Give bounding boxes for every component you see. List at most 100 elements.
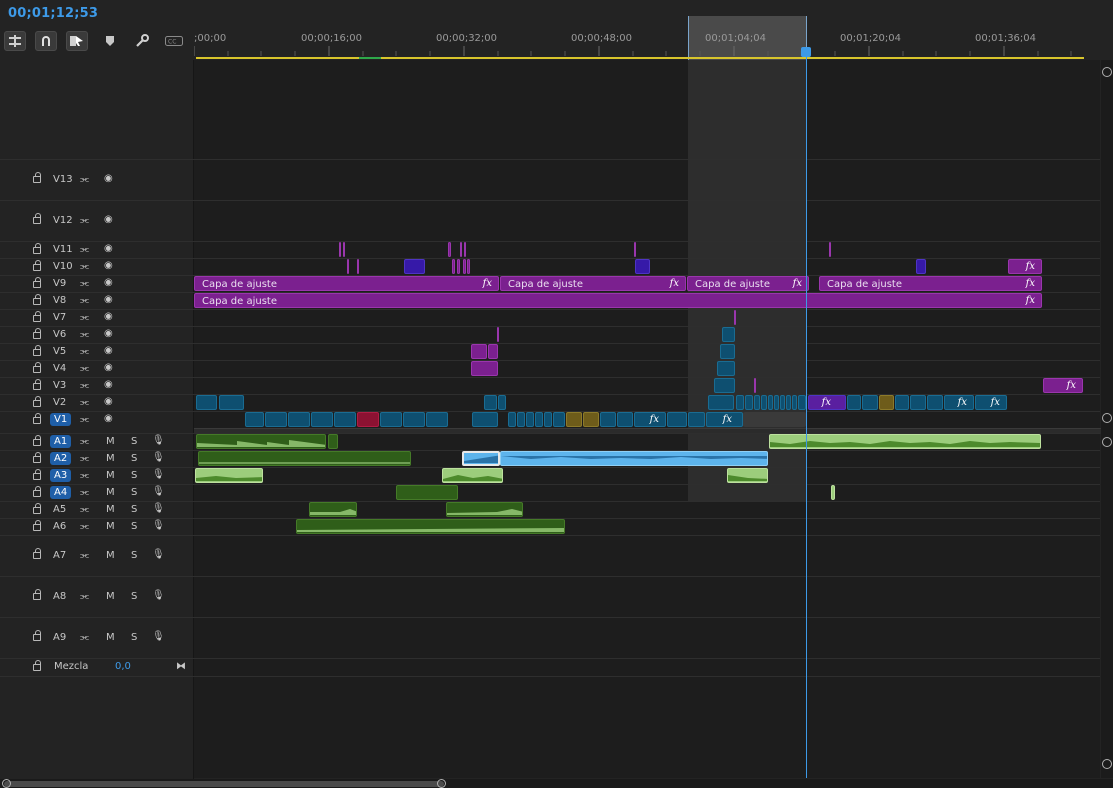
lock-icon[interactable] [33, 452, 41, 463]
clip[interactable] [792, 395, 797, 410]
mute-button[interactable]: M [106, 453, 115, 464]
sync-lock-icon[interactable]: ⫘ [80, 436, 89, 447]
audio-clip[interactable] [196, 434, 326, 449]
lock-icon[interactable] [33, 277, 41, 288]
solo-button[interactable]: S [131, 521, 137, 532]
sync-lock-icon[interactable]: ⫘ [80, 363, 89, 374]
audio-clip[interactable] [396, 485, 458, 500]
track-label[interactable]: A9 [53, 632, 66, 643]
clip[interactable] [910, 395, 926, 410]
clip[interactable] [879, 395, 894, 410]
lock-icon[interactable] [33, 589, 41, 600]
track-label[interactable]: V7 [53, 312, 66, 323]
scroll-handle-bottom[interactable] [1102, 759, 1112, 769]
sync-lock-icon[interactable]: ⫘ [80, 215, 89, 226]
clip[interactable] [754, 395, 760, 410]
audio-clip[interactable] [769, 434, 1041, 449]
sync-lock-icon[interactable]: ⫘ [80, 453, 89, 464]
eye-icon[interactable]: ◉ [104, 345, 113, 356]
clip[interactable] [617, 412, 633, 427]
clip[interactable] [357, 412, 379, 427]
lock-icon[interactable] [33, 260, 41, 271]
solo-button[interactable]: S [131, 504, 137, 515]
microphone-icon[interactable]: 🎙 [152, 486, 165, 497]
track-label[interactable]: A7 [53, 550, 66, 561]
clip[interactable] [717, 361, 735, 376]
clip[interactable] [566, 412, 582, 427]
eye-icon[interactable]: ◉ [104, 214, 113, 225]
clip[interactable] [667, 412, 687, 427]
track-target-a3[interactable]: A3 [50, 469, 72, 482]
audio-clip[interactable] [831, 485, 835, 500]
scroll-handle-top[interactable] [1102, 67, 1112, 77]
clip[interactable] [464, 242, 466, 257]
microphone-icon[interactable]: 🎙 [152, 549, 165, 560]
eye-icon[interactable]: ◉ [104, 277, 113, 288]
clip[interactable] [862, 395, 878, 410]
solo-button[interactable]: S [131, 453, 137, 464]
solo-button[interactable]: S [131, 591, 137, 602]
track-label[interactable]: A6 [53, 521, 66, 532]
sync-lock-icon[interactable]: ⫘ [80, 329, 89, 340]
clip[interactable] [736, 395, 744, 410]
audio-clip[interactable] [198, 451, 411, 466]
clip[interactable] [311, 412, 333, 427]
track-label[interactable]: V9 [53, 278, 66, 289]
solo-button[interactable]: S [131, 436, 137, 447]
mute-button[interactable]: M [106, 436, 115, 447]
eye-icon[interactable]: ◉ [104, 294, 113, 305]
clip[interactable] [457, 259, 460, 274]
track-label[interactable]: V6 [53, 329, 66, 340]
clip[interactable] [471, 344, 487, 359]
clip[interactable] [714, 378, 735, 393]
adjustment-layer-clip[interactable]: Capa de ajuste fx [500, 276, 686, 291]
eye-icon[interactable]: ◉ [104, 243, 113, 254]
clip[interactable] [847, 395, 861, 410]
clip[interactable] [734, 310, 736, 325]
track-label[interactable]: V10 [53, 261, 73, 272]
clip[interactable] [334, 412, 356, 427]
mute-button[interactable]: M [106, 521, 115, 532]
track-target-a2[interactable]: A2 [50, 452, 72, 465]
microphone-icon[interactable]: 🎙 [152, 469, 165, 480]
lock-icon[interactable] [33, 243, 41, 254]
clip[interactable] [600, 412, 616, 427]
clip[interactable] [448, 242, 451, 257]
eye-icon[interactable]: ◉ [104, 379, 113, 390]
track-target-a1[interactable]: A1 [50, 435, 72, 448]
mute-button[interactable]: M [106, 550, 115, 561]
audio-clip[interactable] [296, 519, 565, 534]
microphone-icon[interactable]: 🎙 [152, 503, 165, 514]
sync-lock-icon[interactable]: ⫘ [80, 632, 89, 643]
clip[interactable] [722, 327, 735, 342]
add-marker-button[interactable] [99, 31, 121, 51]
eye-icon[interactable]: ◉ [104, 311, 113, 322]
clip[interactable] [288, 412, 310, 427]
lock-icon[interactable] [33, 435, 41, 446]
mute-button[interactable]: M [106, 487, 115, 498]
clip[interactable] [245, 412, 264, 427]
track-label[interactable]: V8 [53, 295, 66, 306]
clip[interactable]: fx [944, 395, 974, 410]
clip[interactable] [196, 395, 217, 410]
sync-lock-icon[interactable]: ⫘ [80, 550, 89, 561]
clip[interactable] [467, 259, 470, 274]
lock-icon[interactable] [33, 548, 41, 559]
clip[interactable]: fx [808, 395, 846, 410]
scroll-handle-right[interactable] [437, 779, 446, 788]
sync-lock-icon[interactable]: ⫘ [80, 397, 89, 408]
eye-icon[interactable]: ◉ [104, 173, 113, 184]
clip[interactable] [526, 412, 534, 427]
track-label[interactable]: A5 [53, 504, 66, 515]
audio-clip[interactable] [195, 468, 263, 483]
sync-lock-icon[interactable]: ⫘ [80, 380, 89, 391]
microphone-icon[interactable]: 🎙 [152, 520, 165, 531]
insert-sequence-nest-button[interactable] [4, 31, 26, 51]
clip[interactable] [460, 242, 462, 257]
mute-button[interactable]: M [106, 504, 115, 515]
audio-clip[interactable] [442, 468, 503, 483]
eye-icon[interactable]: ◉ [104, 396, 113, 407]
lock-icon[interactable] [33, 328, 41, 339]
microphone-icon[interactable]: 🎙 [152, 590, 165, 601]
mute-button[interactable]: M [106, 470, 115, 481]
